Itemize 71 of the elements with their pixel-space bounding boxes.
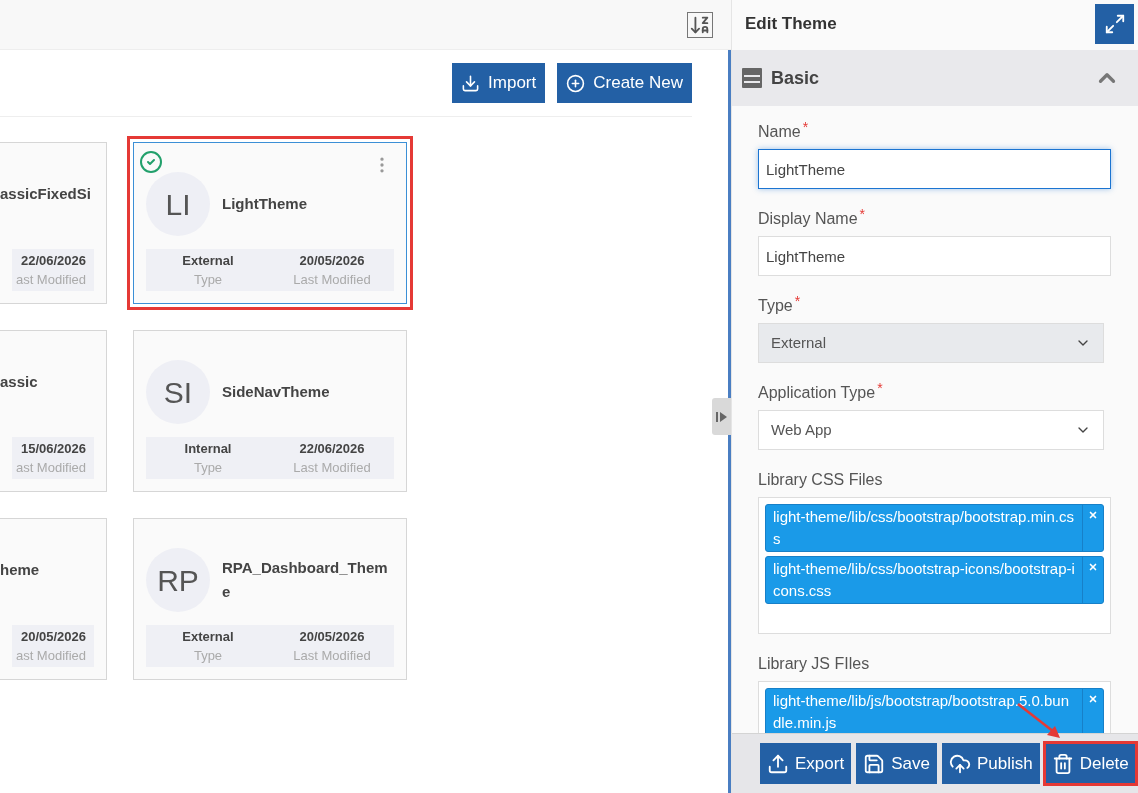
field-label: Library JS FIles [758,654,870,674]
theme-card[interactable]: heme 20/05/2026 ast Modified [0,518,107,680]
upload-icon [767,752,789,775]
footer-button[interactable]: Export [760,743,852,784]
date-value: 22/06/2026 [299,440,365,458]
section-title: Basic [771,66,820,90]
type-value: Internal [184,440,232,458]
required-mark: * [859,207,866,221]
remove-icon[interactable] [1088,562,1098,572]
date-value: 20/05/2026 [299,252,365,270]
sort-icon[interactable] [687,11,713,38]
footer-button[interactable]: Publish [941,743,1040,784]
expand-icon [1103,13,1126,35]
date-value: 15/06/2026 [20,440,86,458]
expand-button[interactable] [1095,4,1134,44]
field-label: Type [758,296,793,316]
footer-button[interactable]: Save [856,743,937,784]
date-label: ast Modified [15,271,86,289]
theme-card[interactable]: assic 15/06/2026 ast Modified [0,330,107,492]
field-label: Display Name [758,209,858,229]
field-label: Library CSS Files [758,470,883,490]
collapse-handle[interactable] [712,398,731,435]
date-label: Last Modified [293,459,371,477]
type-value: External [182,252,234,270]
panel-title: Edit Theme [745,13,837,36]
toolbar-button[interactable]: Import [452,63,546,103]
date-label: Last Modified [293,647,371,665]
section-header[interactable]: Basic [732,50,1138,106]
field-label: Name [758,122,801,142]
date-value: 20/05/2026 [299,628,365,646]
date-label: ast Modified [15,459,86,477]
theme-card[interactable]: LI LightTheme External Type 20/05/2026 Last Modified [133,142,407,304]
avatar-initials: LI [146,172,210,236]
cloud-upload-icon [948,752,971,775]
date-value: 22/06/2026 [20,252,86,270]
splitter-bar[interactable] [728,50,731,793]
remove-icon[interactable] [1088,694,1098,704]
select-field[interactable]: Web App [758,410,1104,450]
text-field[interactable]: LightTheme [758,236,1111,276]
type-value: External [182,628,234,646]
save-icon [863,752,886,775]
date-value: 20/05/2026 [20,628,86,646]
date-label: Last Modified [293,271,371,289]
theme-name: SideNavTheme [222,382,330,402]
form-icon [742,68,762,88]
text-field[interactable]: LightTheme [758,149,1111,189]
footer-button[interactable]: Delete [1044,743,1136,784]
avatar-initials: SI [146,360,210,424]
toolbar-button[interactable]: Create New [557,63,692,103]
type-label: Type [193,459,223,477]
download-icon [461,73,481,93]
theme-name: heme [0,560,41,580]
required-mark: * [877,381,883,395]
theme-card[interactable]: assicFixedSi 22/06/2026 ast Modified [0,142,107,304]
theme-card[interactable]: RP RPA_Dashboard_Theme External Type 20/05/2026 Last Modified [133,518,407,680]
plus-icon [566,73,586,93]
play-icon [715,410,728,423]
required-mark: * [802,120,809,134]
date-label: ast Modified [15,647,86,665]
theme-name: RPA_Dashboard_Theme [222,558,389,602]
remove-icon[interactable] [1088,510,1098,520]
type-label: Type [193,271,223,289]
field-label: Application Type [758,383,876,403]
trash-icon [1051,752,1074,775]
type-label: Type [193,647,223,665]
theme-name: LightTheme [222,194,307,214]
avatar-initials: RP [146,548,210,612]
theme-card[interactable]: SI SideNavTheme Internal Type 22/06/2026 Last Modified [133,330,407,492]
required-mark: * [794,294,801,308]
theme-name: assic [0,372,39,392]
theme-name: assicFixedSi [0,184,92,204]
